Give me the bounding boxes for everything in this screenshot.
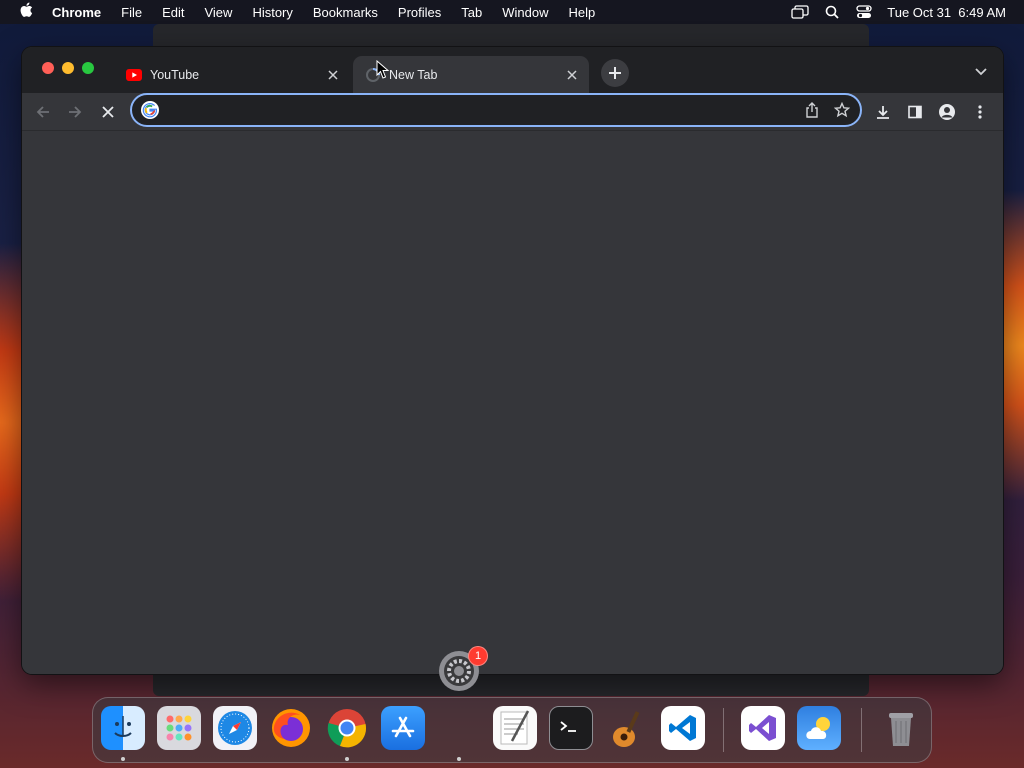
menubar-clock[interactable]: Tue Oct 31 6:49 AM (887, 5, 1006, 20)
window-close-button[interactable] (42, 62, 54, 74)
finder-icon[interactable] (101, 706, 145, 750)
visual-studio-icon[interactable] (741, 706, 785, 750)
tab-search-chevron-down-icon[interactable] (973, 63, 989, 79)
window-zoom-button[interactable] (82, 62, 94, 74)
menu-file[interactable]: File (111, 5, 152, 20)
menu-app-name[interactable]: Chrome (52, 5, 111, 20)
menu-edit[interactable]: Edit (152, 5, 194, 20)
dock-separator (861, 708, 862, 752)
mouse-cursor-icon (376, 59, 390, 80)
stop-loading-icon[interactable] (96, 100, 120, 124)
menu-history[interactable]: History (242, 5, 302, 20)
tab-strip: YouTube New Tab (22, 47, 1003, 93)
menu-bookmarks[interactable]: Bookmarks (303, 5, 388, 20)
menu-help[interactable]: Help (559, 5, 606, 20)
google-icon (140, 100, 160, 120)
forward-arrow-icon[interactable] (63, 100, 87, 124)
address-bar[interactable] (130, 93, 862, 127)
control-center-icon[interactable] (855, 5, 873, 19)
tab-youtube[interactable]: YouTube (114, 56, 350, 93)
menu-tab[interactable]: Tab (451, 5, 492, 20)
garageband-icon[interactable] (605, 706, 649, 750)
apple-menu-icon[interactable] (0, 2, 52, 22)
download-icon[interactable] (871, 100, 895, 124)
tab-close-icon[interactable] (322, 64, 344, 86)
page-content (22, 132, 1003, 674)
trash-icon[interactable] (879, 706, 923, 750)
chrome-icon[interactable] (325, 706, 369, 750)
weather-icon[interactable] (797, 706, 841, 750)
menu-window[interactable]: Window (492, 5, 558, 20)
share-icon[interactable] (800, 98, 824, 122)
bookmark-star-icon[interactable] (830, 98, 854, 122)
running-indicator (121, 757, 125, 761)
menu-view[interactable]: View (194, 5, 242, 20)
tab-close-icon[interactable] (561, 64, 583, 86)
tab-title: New Tab (389, 67, 438, 82)
side-panel-icon[interactable] (903, 100, 927, 124)
plus-icon (609, 67, 621, 79)
vscode-icon[interactable] (661, 706, 705, 750)
tab-title: YouTube (150, 67, 200, 82)
browser-window: YouTube New Tab (22, 47, 1003, 674)
more-menu-icon[interactable] (968, 100, 992, 124)
profile-avatar-icon[interactable] (935, 100, 959, 124)
launchpad-icon[interactable] (157, 706, 201, 750)
window-minimize-button[interactable] (62, 62, 74, 74)
browser-toolbar (22, 93, 1003, 131)
menu-bar: Chrome File Edit View History Bookmarks … (0, 0, 1024, 24)
screen-mirroring-icon[interactable] (791, 5, 809, 19)
running-indicator (345, 757, 349, 761)
youtube-icon (126, 67, 142, 83)
address-input[interactable] (166, 98, 800, 122)
dock (92, 697, 932, 763)
dock-separator (723, 708, 724, 752)
menu-profiles[interactable]: Profiles (388, 5, 451, 20)
terminal-icon[interactable] (549, 706, 593, 750)
app-store-icon[interactable] (381, 706, 425, 750)
new-tab-button[interactable] (601, 59, 629, 87)
running-indicator (457, 757, 461, 761)
safari-icon[interactable] (213, 706, 257, 750)
textedit-icon[interactable] (493, 706, 537, 750)
firefox-icon[interactable] (269, 706, 313, 750)
spotlight-search-icon[interactable] (823, 5, 841, 19)
back-arrow-icon[interactable] (31, 100, 55, 124)
notification-badge: 1 (468, 646, 488, 666)
